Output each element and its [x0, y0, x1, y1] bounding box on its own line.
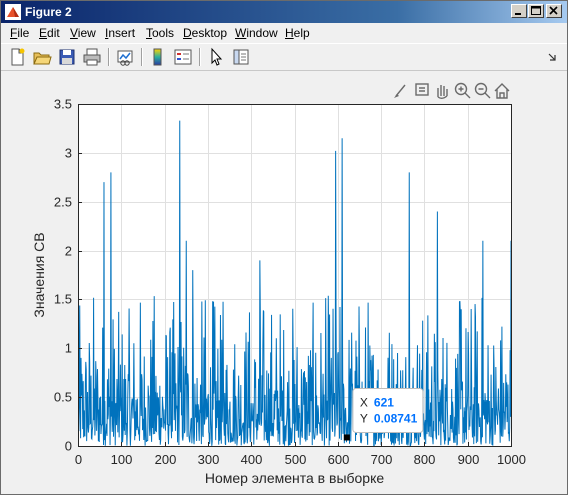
open-file-icon[interactable]	[32, 47, 52, 67]
pointer-icon[interactable]	[206, 47, 226, 67]
close-icon	[549, 6, 558, 15]
y-tick-label: 3.5	[54, 97, 72, 112]
home-icon[interactable]	[494, 83, 510, 99]
menu-window[interactable]: Window	[235, 26, 278, 40]
pan-icon[interactable]	[437, 85, 448, 99]
x-tick-label: 100	[111, 452, 133, 467]
x-tick-label: 900	[458, 452, 480, 467]
menu-hotkey: V	[70, 26, 78, 40]
toolbar-separator	[141, 48, 143, 66]
menu-hotkey: D	[183, 26, 192, 40]
maximize-icon	[531, 6, 541, 15]
datatip[interactable]: X 621 Y 0.08741	[343, 387, 424, 441]
menu-edit[interactable]: Edit	[39, 26, 60, 40]
y-tick-label: 0.5	[54, 390, 72, 405]
x-tick-label: 600	[328, 452, 350, 467]
close-button[interactable]	[546, 4, 562, 18]
y-tick-label: 2	[65, 244, 72, 259]
y-tick-label: 0	[65, 439, 72, 454]
menu-label-rest: nsert	[108, 26, 136, 40]
datatip-y-value: 0.08741	[374, 411, 418, 425]
colorbar-icon[interactable]	[148, 47, 168, 67]
datatip-y-label: Y	[360, 411, 368, 425]
toolbar-separator	[108, 48, 110, 66]
legend-icon[interactable]	[173, 47, 193, 67]
link-plot-icon[interactable]	[115, 47, 135, 67]
menu-hotkey: H	[285, 26, 294, 40]
datatip-x-label: X	[360, 395, 368, 409]
minimize-button[interactable]	[511, 4, 527, 18]
new-figure-icon[interactable]	[7, 47, 27, 67]
menu-label-rest: dit	[47, 26, 60, 40]
menu-label-rest: ools	[152, 26, 175, 40]
menu-label-rest: indow	[246, 26, 278, 40]
title-bar[interactable]: Figure 2	[1, 1, 567, 23]
axes-plot[interactable]: 0 100 200 300 400 500 600 700 800 900 1000 0 0.5 1 1.5…	[1, 71, 567, 494]
datatip-marker[interactable]	[343, 434, 350, 441]
y-tick-label: 2.5	[54, 195, 72, 210]
menu-label-rest: iew	[77, 26, 96, 40]
x-tick-label: 800	[414, 452, 436, 467]
y-tick-label: 1.5	[54, 292, 72, 307]
x-tick-label: 200	[155, 452, 177, 467]
y-tick-label: 3	[65, 146, 72, 161]
save-icon[interactable]	[57, 47, 77, 67]
datatip-icon[interactable]	[415, 83, 429, 96]
x-axis-label: Номер элемента в выборке	[205, 470, 385, 486]
zoom-out-icon[interactable]	[474, 82, 491, 99]
print-icon[interactable]	[82, 47, 102, 67]
menu-view[interactable]: View	[70, 26, 96, 40]
brush-icon[interactable]	[394, 84, 406, 98]
figure-canvas: 0 100 200 300 400 500 600 700 800 900 1000 0 0.5 1 1.5…	[1, 71, 567, 494]
menu-bar: File Edit View Insert Tools Desktop Window Help	[1, 23, 567, 42]
axes-toolbar	[394, 82, 510, 99]
maximize-button[interactable]	[528, 4, 544, 18]
matlab-icon	[5, 4, 21, 20]
zoom-in-icon[interactable]	[454, 82, 471, 99]
menu-label-rest: ile	[17, 26, 30, 40]
x-tick-label: 0	[75, 452, 82, 467]
figure-window: Figure 2 File Edit View Insert Tools Desktop W…	[0, 0, 568, 495]
menu-help[interactable]: Help	[285, 26, 310, 40]
menu-file[interactable]: File	[10, 26, 29, 40]
dock-arrow-icon[interactable]	[547, 52, 557, 62]
window-title: Figure 2	[25, 5, 72, 19]
x-tick-label: 700	[371, 452, 393, 467]
menu-label-rest: esktop	[191, 26, 228, 40]
x-tick-label: 500	[285, 452, 307, 467]
menu-tools[interactable]: Tools	[146, 26, 174, 40]
minimize-icon	[515, 13, 521, 15]
y-tick-label: 1	[65, 341, 72, 356]
menu-desktop[interactable]: Desktop	[183, 26, 227, 40]
x-tick-label: 300	[198, 452, 220, 467]
property-editor-icon[interactable]	[231, 47, 251, 67]
menu-hotkey: W	[235, 26, 247, 40]
menu-insert[interactable]: Insert	[105, 26, 135, 40]
toolbar-separator	[199, 48, 201, 66]
y-axis-label: Значения СВ	[31, 232, 47, 317]
x-tick-label: 400	[241, 452, 263, 467]
x-tick-label: 1000	[497, 452, 526, 467]
menu-hotkey: E	[39, 26, 48, 40]
menu-label-rest: elp	[293, 26, 310, 40]
figure-toolbar	[1, 43, 567, 71]
datatip-x-value: 621	[374, 395, 394, 409]
